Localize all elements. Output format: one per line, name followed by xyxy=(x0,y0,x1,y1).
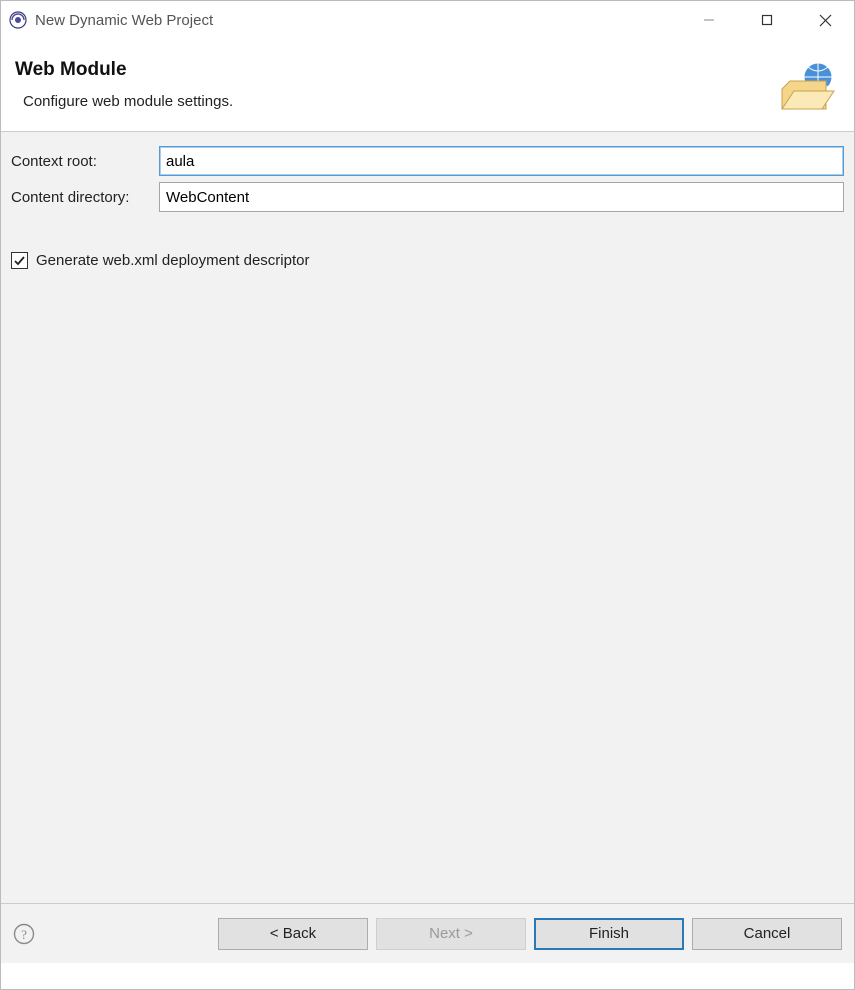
generate-webxml-checkbox[interactable] xyxy=(11,252,28,269)
context-root-label: Context root: xyxy=(11,153,159,170)
help-icon[interactable]: ? xyxy=(13,923,35,945)
back-button[interactable]: < Back xyxy=(218,918,368,950)
close-button[interactable] xyxy=(796,1,854,39)
page-subtitle: Configure web module settings. xyxy=(15,93,776,110)
content-directory-input[interactable] xyxy=(159,182,844,212)
maximize-button[interactable] xyxy=(738,1,796,39)
content-area: Context root: Content directory: Generat… xyxy=(1,131,854,903)
generate-webxml-label: Generate web.xml deployment descriptor xyxy=(36,252,309,269)
web-project-icon xyxy=(776,61,836,113)
content-directory-row: Content directory: xyxy=(11,182,844,212)
cancel-button[interactable]: Cancel xyxy=(692,918,842,950)
titlebar: New Dynamic Web Project xyxy=(1,1,854,39)
generate-webxml-row: Generate web.xml deployment descriptor xyxy=(11,252,844,269)
wizard-footer: ? < Back Next > Finish Cancel xyxy=(1,903,854,963)
context-root-row: Context root: xyxy=(11,146,844,176)
eclipse-icon xyxy=(9,11,27,29)
window-controls xyxy=(680,1,854,39)
wizard-header: Web Module Configure web module settings… xyxy=(1,39,854,131)
next-button: Next > xyxy=(376,918,526,950)
context-root-input[interactable] xyxy=(159,146,844,176)
content-directory-label: Content directory: xyxy=(11,189,159,206)
page-title: Web Module xyxy=(15,59,776,81)
finish-button[interactable]: Finish xyxy=(534,918,684,950)
window-title: New Dynamic Web Project xyxy=(35,12,680,29)
svg-text:?: ? xyxy=(21,927,27,942)
minimize-button[interactable] xyxy=(680,1,738,39)
